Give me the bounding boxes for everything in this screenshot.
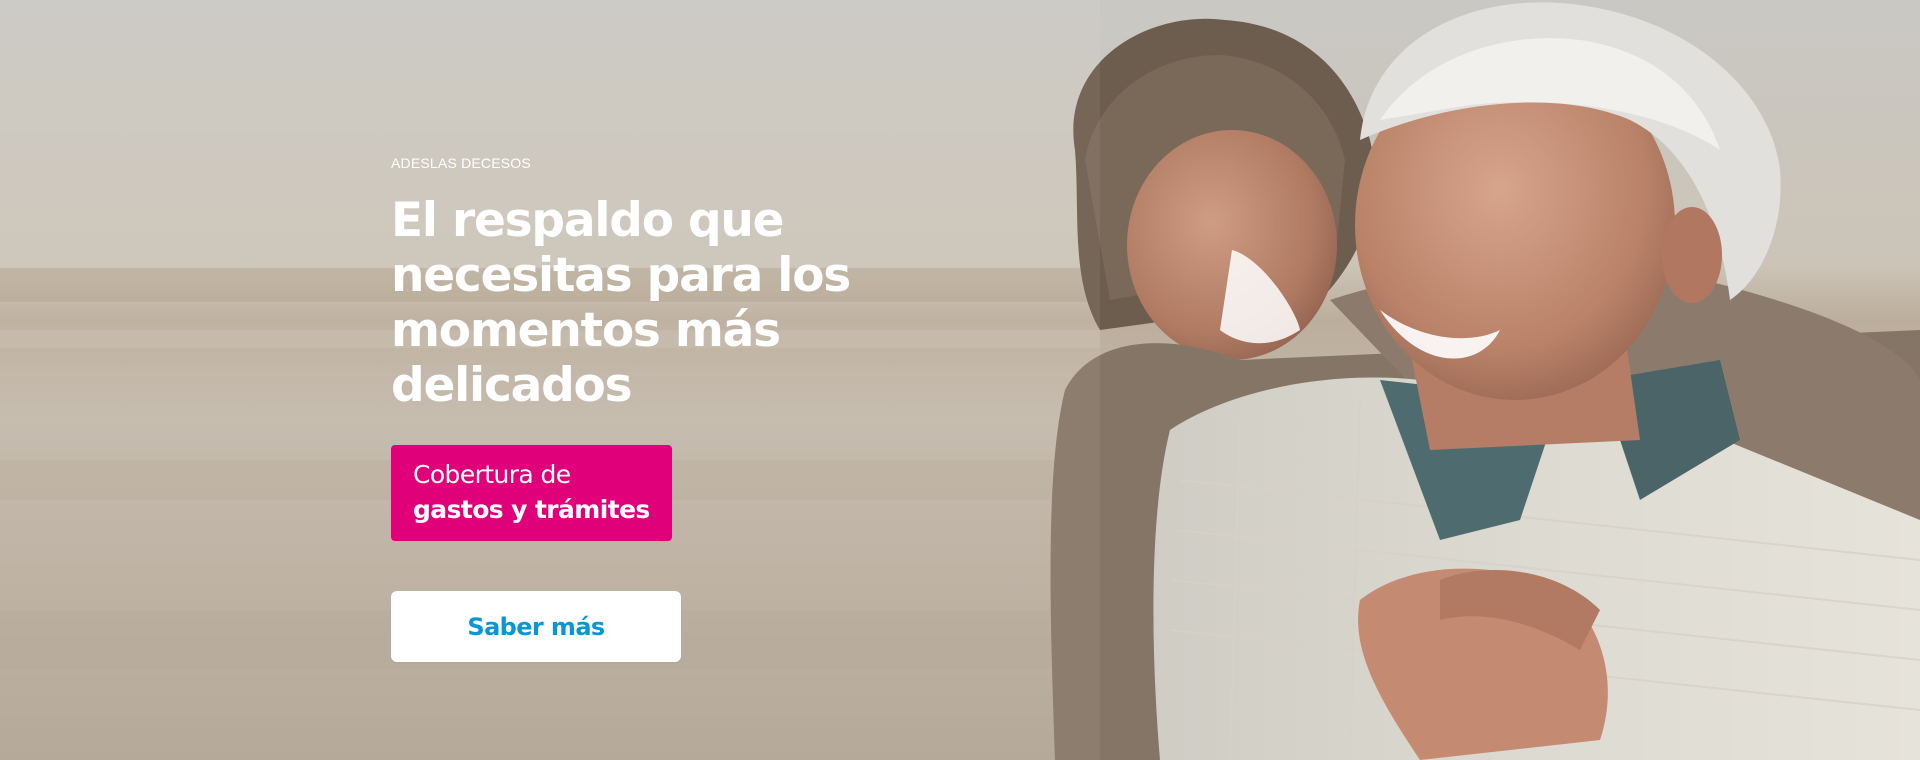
headline-line: momentos más delicados <box>391 303 781 413</box>
eyebrow-label: ADESLAS DECESOS <box>391 155 531 171</box>
saber-mas-button[interactable]: Saber más <box>391 591 681 662</box>
headline-line: El respaldo que <box>391 193 785 248</box>
hero-banner: ADESLAS DECESOS El respaldo que necesita… <box>0 0 1920 760</box>
headline-line: necesitas para los <box>391 248 851 303</box>
hero-content: ADESLAS DECESOS El respaldo que necesita… <box>391 155 1031 662</box>
badge-line-2: gastos y trámites <box>413 495 650 524</box>
hero-headline: El respaldo que necesitas para los momen… <box>391 193 1011 413</box>
coverage-badge: Cobertura de gastos y trámites <box>391 445 672 541</box>
badge-line-1: Cobertura de <box>413 460 571 489</box>
